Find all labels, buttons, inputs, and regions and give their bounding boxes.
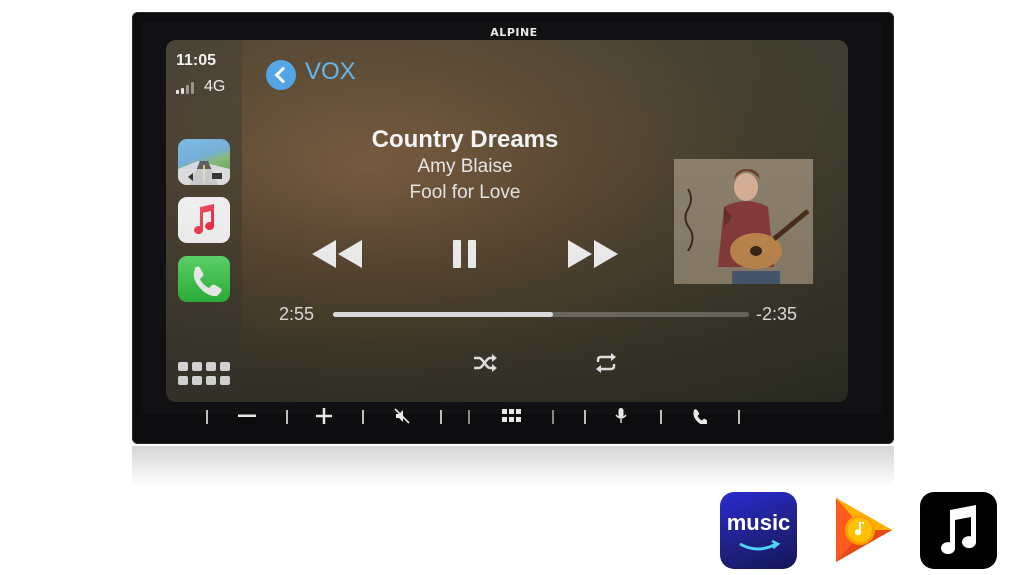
unit-reflection [132, 446, 894, 486]
divider [286, 410, 288, 424]
divider [206, 410, 208, 424]
album-art [674, 159, 813, 284]
divider [584, 410, 586, 424]
home-grid-icon[interactable] [494, 404, 530, 428]
app-grid-button[interactable] [178, 362, 230, 388]
remaining-time: -2:35 [756, 304, 798, 324]
phone-icon[interactable] [681, 404, 717, 428]
rewind-icon[interactable] [310, 236, 364, 272]
mic-icon[interactable] [603, 404, 639, 428]
music-app-icon[interactable] [178, 197, 230, 243]
elapsed-time: 2:55 [279, 304, 315, 324]
repeat-icon[interactable] [593, 352, 619, 374]
pause-icon[interactable] [452, 236, 478, 272]
maps-app-icon[interactable] [178, 139, 230, 185]
album-name: Fool for Love [409, 182, 521, 203]
progress-bar[interactable] [333, 312, 749, 317]
divider [660, 410, 662, 424]
hardware-button-strip [190, 404, 750, 428]
divider [552, 410, 554, 424]
song-title: Country Dreams [371, 126, 559, 153]
fast-forward-icon[interactable] [566, 236, 620, 272]
carplay-sidebar: 11:05 4G [166, 40, 242, 402]
brand-logo: ALPINE [490, 26, 538, 39]
network-type: 4G [204, 78, 226, 95]
divider [362, 410, 364, 424]
phone-app-icon[interactable] [178, 256, 230, 302]
signal-bars-icon [176, 82, 198, 94]
shuffle-icon[interactable] [472, 352, 498, 374]
apple-music-icon [920, 492, 997, 569]
status-time: 11:05 [176, 52, 217, 69]
minus-icon[interactable] [229, 404, 265, 428]
progress-fill [333, 312, 554, 317]
divider [738, 410, 740, 424]
back-label[interactable]: VOX [305, 58, 356, 86]
plus-icon[interactable] [306, 404, 342, 428]
divider [440, 410, 442, 424]
google-play-music-icon [828, 492, 905, 569]
back-button[interactable] [266, 60, 296, 90]
carplay-screen: 11:05 4G VOX Country Dreams Amy Blaise F… [166, 40, 848, 402]
artist-name: Amy Blaise [417, 156, 513, 177]
amazon-music-icon: music [720, 492, 797, 569]
mute-icon[interactable] [384, 404, 420, 428]
divider [468, 410, 470, 424]
